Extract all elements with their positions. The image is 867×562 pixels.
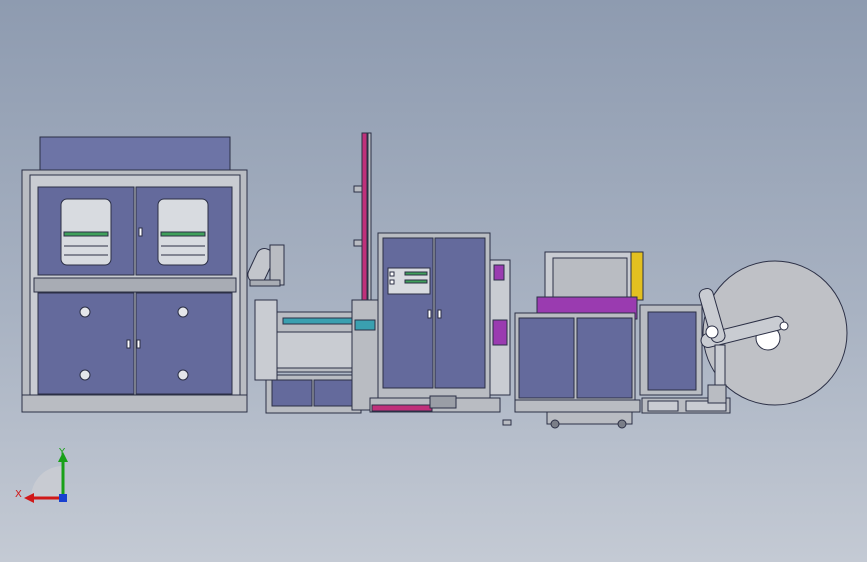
center-right-unit bbox=[502, 251, 644, 429]
x-axis-arrowhead bbox=[24, 493, 34, 503]
x-axis-label: X bbox=[15, 489, 22, 500]
left-cabinet bbox=[21, 136, 248, 413]
z-axis-marker bbox=[59, 494, 67, 502]
teal-frame bbox=[254, 299, 363, 414]
control-cabinet bbox=[369, 232, 511, 413]
unwind-roll bbox=[698, 260, 848, 406]
cad-model-viewport[interactable]: Y X bbox=[0, 0, 867, 562]
axis-triad: Y X bbox=[15, 447, 68, 503]
feed-roller-arm bbox=[247, 244, 285, 287]
y-axis-label: Y bbox=[58, 447, 66, 458]
